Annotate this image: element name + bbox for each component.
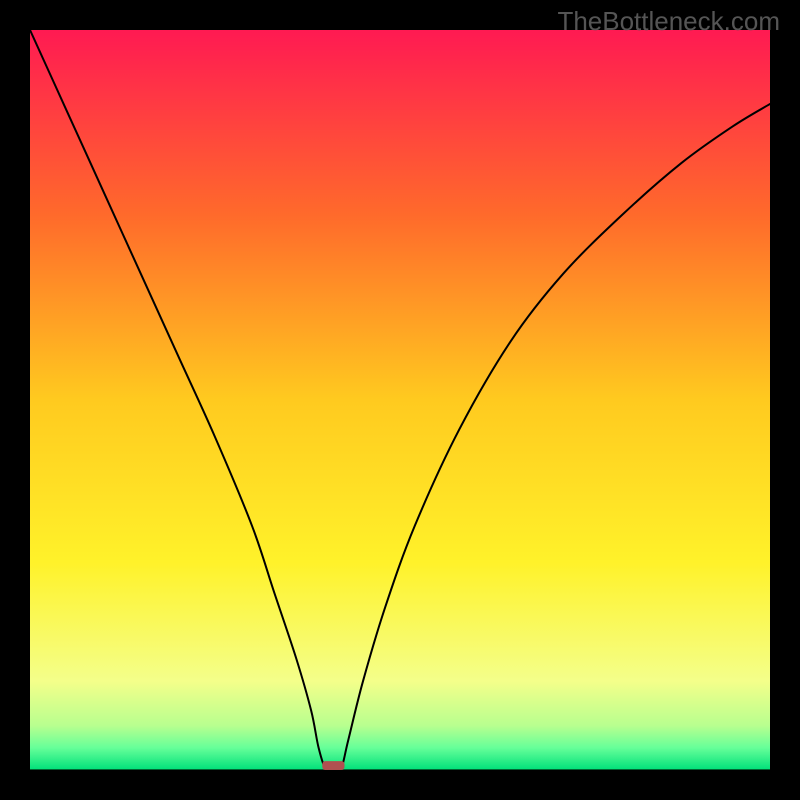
plot-area [30,30,770,770]
watermark-text: TheBottleneck.com [557,6,780,37]
chart-svg [30,30,770,770]
chart-marker [322,761,344,770]
chart-background [30,30,770,770]
chart-container: TheBottleneck.com [0,0,800,800]
